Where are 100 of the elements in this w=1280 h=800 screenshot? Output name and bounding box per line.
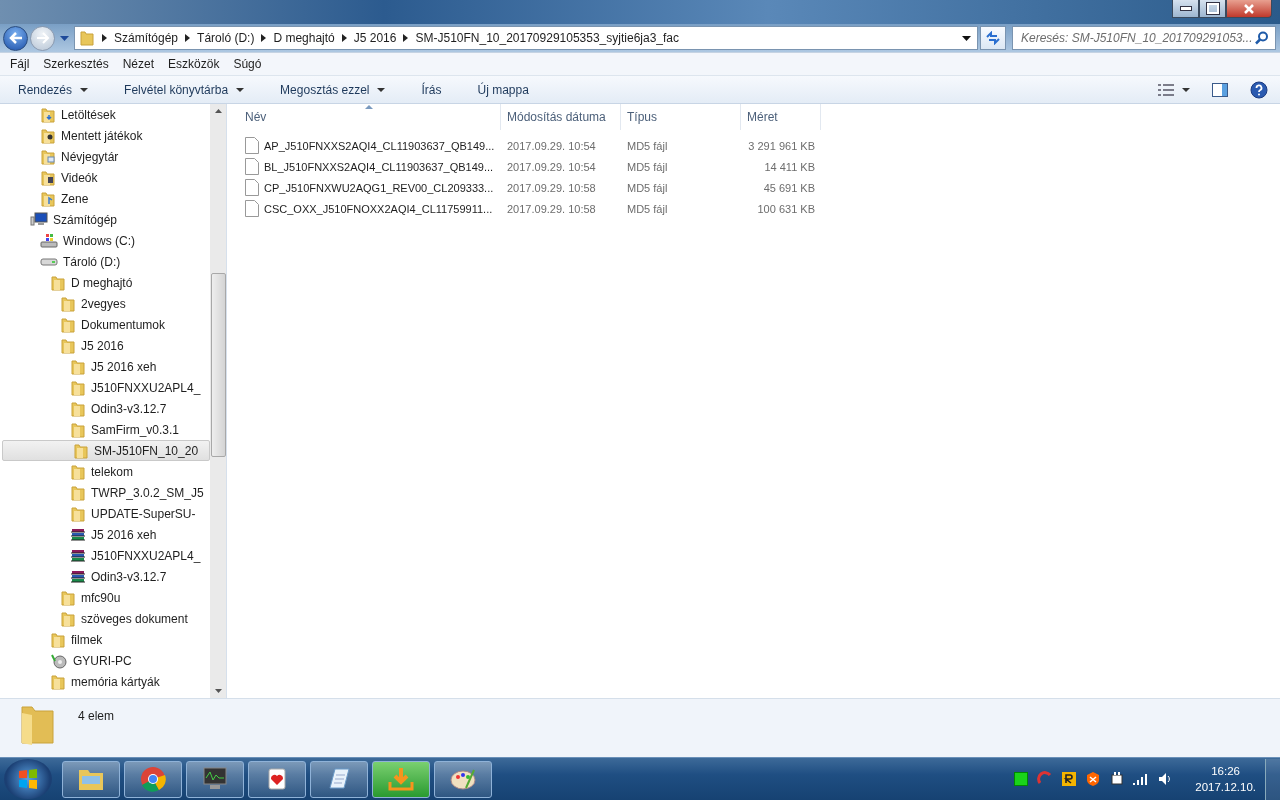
tree-item[interactable]: SM-J510FN_10_20 <box>2 440 210 461</box>
caret-icon <box>377 87 386 92</box>
power-plug-icon[interactable] <box>1110 771 1125 787</box>
folder-icon <box>60 337 76 354</box>
tree-item[interactable]: J510FNXXU2APL4_ <box>0 377 210 398</box>
tree-item[interactable]: Windows (C:) <box>0 230 210 251</box>
tree-item[interactable]: Odin3-v3.12.7 <box>0 566 210 587</box>
column-header[interactable]: Módosítás dátuma <box>501 104 621 130</box>
toolbar-button[interactable]: Írás <box>411 79 452 100</box>
table-cell[interactable]: AP_J510FNXXS2AQI4_CL11903637_QB149... <box>239 135 501 156</box>
start-button[interactable] <box>4 759 52 799</box>
tree-item[interactable]: Letöltések <box>0 104 210 125</box>
breadcrumb[interactable]: J5 2016 <box>353 31 397 45</box>
preview-pane-icon[interactable] <box>1212 82 1228 97</box>
toolbar-button[interactable]: Felvétel könyvtárba <box>114 79 255 100</box>
table-cell[interactable]: BL_J510FNXXS2AQI4_CL11903637_QB149... <box>239 156 501 177</box>
taskbar-button[interactable] <box>248 760 306 798</box>
folder-icon <box>73 442 89 459</box>
menu-item[interactable]: Eszközök <box>168 57 220 71</box>
taskbar-button[interactable] <box>372 760 430 798</box>
tree-item[interactable]: J5 2016 <box>0 335 210 356</box>
caret-icon <box>236 87 245 92</box>
chevron-icon[interactable] <box>102 34 107 42</box>
taskbar-button[interactable] <box>310 760 368 798</box>
drive-icon <box>40 257 58 266</box>
signal-icon[interactable] <box>1133 773 1150 785</box>
show-desktop-button[interactable] <box>1265 758 1280 800</box>
tree-item[interactable]: filmek <box>0 629 210 650</box>
folder-icon <box>60 610 76 627</box>
folder-icon <box>40 106 56 123</box>
toolbar-button[interactable]: Rendezés <box>8 79 99 100</box>
tree-item[interactable]: Dokumentumok <box>0 314 210 335</box>
tree-item[interactable]: Tároló (D:) <box>0 251 210 272</box>
breadcrumb[interactable]: Tároló (D:) <box>197 31 255 45</box>
chevron-icon[interactable] <box>341 34 347 42</box>
menu-item[interactable]: Szerkesztés <box>43 57 109 71</box>
tree-item[interactable]: Odin3-v3.12.7 <box>0 398 210 419</box>
menu-item[interactable]: Fájl <box>10 57 30 71</box>
breadcrumb[interactable]: SM-J510FN_10_20170929105353_syjtie6ja3_fac <box>415 31 679 45</box>
tree-item[interactable]: SamFirm_v0.3.1 <box>0 419 210 440</box>
tree-item[interactable]: Névjegytár <box>0 146 210 167</box>
tree-item[interactable]: GYURI-PC <box>0 650 210 671</box>
tree-item[interactable]: Zene <box>0 188 210 209</box>
scroll-up-arrow-icon[interactable] <box>214 109 222 113</box>
refresh-button[interactable] <box>980 26 1006 50</box>
table-cell-text: MD5 fájl <box>626 159 669 175</box>
tree-item[interactable]: 2vegyes <box>0 293 210 314</box>
scrollbar[interactable] <box>210 104 226 698</box>
taskbar-button[interactable] <box>186 760 244 798</box>
table-cell[interactable]: CSC_OXX_J510FNOXX2AQI4_CL11759911... <box>239 198 501 219</box>
column-header[interactable]: Típus <box>621 104 741 130</box>
menu-item[interactable]: Nézet <box>122 57 155 71</box>
breadcrumb[interactable]: Számítógép <box>114 31 179 45</box>
back-button[interactable] <box>3 25 28 51</box>
chevron-icon[interactable] <box>403 34 409 42</box>
archive-icon <box>70 547 86 564</box>
taskbar-button[interactable] <box>62 760 120 798</box>
shield-icon[interactable] <box>1085 771 1102 787</box>
close-button[interactable] <box>1226 0 1272 18</box>
table-cell[interactable]: CP_J510FNXWU2AQG1_REV00_CL209333... <box>239 177 501 198</box>
table-cell-text: 2017.09.29. 10:54 <box>506 138 597 154</box>
caret-icon[interactable] <box>962 35 971 41</box>
menu-item[interactable]: Súgó <box>233 57 262 71</box>
help-icon[interactable] <box>1250 80 1268 99</box>
minimize-button[interactable] <box>1172 0 1199 18</box>
close-icon <box>1243 3 1255 14</box>
tree-item[interactable]: memória kártyák <box>0 671 210 692</box>
chevron-icon[interactable] <box>261 34 267 42</box>
chevron-icon[interactable] <box>185 34 191 42</box>
taskbar-button[interactable] <box>124 760 182 798</box>
maximize-button[interactable] <box>1199 0 1226 18</box>
tree-item[interactable]: UPDATE-SuperSU- <box>0 503 210 524</box>
column-header[interactable]: Név <box>239 104 501 130</box>
tree-item[interactable]: D meghajtó <box>0 272 210 293</box>
toolbar-button[interactable]: Új mappa <box>467 79 539 100</box>
date: 2017.12.10. <box>1195 780 1256 795</box>
toolbar-button[interactable]: Megosztás ezzel <box>270 79 396 100</box>
tree-item[interactable]: J5 2016 xeh <box>0 524 210 545</box>
speaker-icon[interactable] <box>1158 772 1173 786</box>
tree-item[interactable]: J5 2016 xeh <box>0 356 210 377</box>
tree-item[interactable]: telekom <box>0 461 210 482</box>
tree-item[interactable]: Videók <box>0 167 210 188</box>
tree-item[interactable]: mfc90u <box>0 587 210 608</box>
address-bar[interactable]: Számítógép Tároló (D:) D meghajtó J5 2016 SM-J510FN_10_20170929105353_syjtie6ja3_fac <box>74 26 978 50</box>
table-cell-text: 2017.09.29. 10:58 <box>506 180 597 196</box>
search-field[interactable]: Keresés: SM-J510FN_10_201709291053... <box>1012 26 1276 50</box>
column-header[interactable]: Méret <box>741 104 821 130</box>
view-list-icon[interactable] <box>1158 83 1174 96</box>
letter-r-icon[interactable] <box>1062 772 1077 786</box>
tree-item[interactable]: TWRP_3.0.2_SM_J5 <box>0 482 210 503</box>
taskbar-button[interactable] <box>434 760 492 798</box>
clock[interactable]: 16:26 2017.12.10. <box>1195 763 1256 795</box>
tree-item[interactable]: J510FNXXU2APL4_ <box>0 545 210 566</box>
breadcrumb[interactable]: D meghajtó <box>273 31 335 45</box>
tree-item[interactable]: Mentett játékok <box>0 125 210 146</box>
tree-item[interactable]: szöveges dokument <box>0 608 210 629</box>
scroll-down-arrow-icon[interactable] <box>214 689 222 693</box>
caret-icon[interactable] <box>1182 87 1190 92</box>
tree-item[interactable]: Számítógép <box>0 209 210 230</box>
status-square-icon[interactable] <box>1014 772 1029 786</box>
